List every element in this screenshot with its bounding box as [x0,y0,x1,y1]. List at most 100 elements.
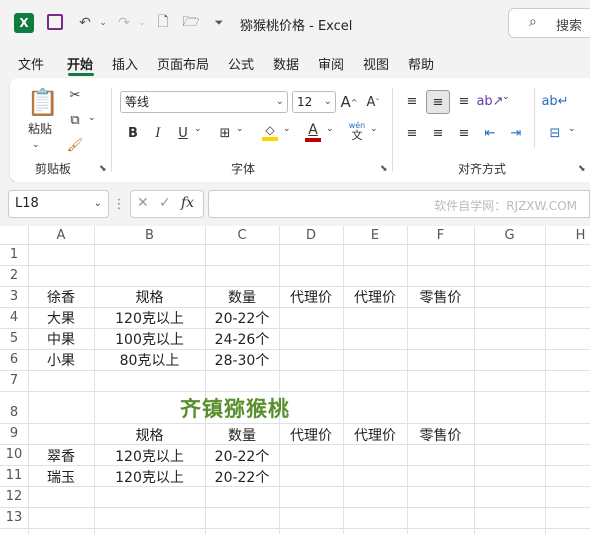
increase-font-size-icon[interactable]: A ^ [340,91,358,113]
cell-a10[interactable]: 翠香 [28,446,94,466]
cell-b6[interactable]: 80克以上 [94,350,205,370]
column-header[interactable]: H [545,226,590,244]
align-center-icon[interactable]: ≡ [428,122,448,144]
row-header[interactable]: 9 [0,423,28,444]
tab-file[interactable]: 文件 [18,54,44,73]
more-options-icon[interactable]: ⋮ [113,196,126,212]
align-right-icon[interactable]: ≡ [454,122,474,144]
font-launcher-icon[interactable]: ⬊ [380,164,388,174]
tab-insert[interactable]: 插入 [112,54,138,73]
paste-label[interactable]: 粘贴 [28,120,52,137]
decrease-font-size-icon[interactable]: Aˇ [364,91,382,113]
select-all-corner[interactable] [0,226,28,244]
row-header[interactable]: 8 [0,391,28,423]
phonetic-dropdown-icon[interactable]: ⌄ [370,124,378,134]
underline-dropdown-icon[interactable]: ⌄ [194,124,202,134]
row-header[interactable]: 11 [0,465,28,486]
column-header[interactable]: G [474,226,545,244]
customize-qat-icon[interactable]: ⏷ [208,12,230,34]
cell-a6[interactable]: 小果 [28,350,94,370]
bold-icon[interactable]: B [124,122,142,144]
font-name-select[interactable]: 等线 ⌄ [120,91,288,113]
row-header[interactable]: 5 [0,328,28,349]
paste-icon[interactable]: 📋 [27,86,59,120]
borders-icon[interactable]: ⊞ [216,122,234,144]
increase-indent-icon[interactable]: ⇥ [506,122,526,144]
row-header[interactable]: 13 [0,507,28,528]
font-size-select[interactable]: 12 ⌄ [292,91,336,113]
orientation-icon[interactable]: ab↗ [476,90,503,112]
cancel-icon[interactable]: ✕ [137,195,149,211]
cell-c5[interactable]: 24-26个 [205,329,279,349]
column-header[interactable]: C [205,226,279,244]
decrease-indent-icon[interactable]: ⇤ [480,122,500,144]
cell-c9[interactable]: 数量 [205,425,279,445]
cell-b5[interactable]: 100克以上 [94,329,205,349]
cell-c11[interactable]: 20-22个 [205,467,279,487]
cell-b10[interactable]: 120克以上 [94,446,205,466]
row-header[interactable]: 12 [0,486,28,507]
orientation-dropdown-icon[interactable]: ⌄ [502,92,510,102]
redo-dropdown-icon[interactable]: ⌄ [131,12,153,34]
merge-dropdown-icon[interactable]: ⌄ [568,124,576,134]
align-left-icon[interactable]: ≡ [402,122,422,144]
name-box[interactable]: L18 ⌄ [8,190,109,218]
column-header[interactable]: F [407,226,474,244]
cell-f9[interactable]: 零售价 [407,425,474,445]
column-header[interactable]: A [28,226,94,244]
undo-dropdown-icon[interactable]: ⌄ [92,12,114,34]
tab-view[interactable]: 视图 [363,54,389,73]
cell-b11[interactable]: 120克以上 [94,467,205,487]
cell-a5[interactable]: 中果 [28,329,94,349]
fill-color-dropdown-icon[interactable]: ⌄ [283,124,291,134]
row-header[interactable]: 2 [0,265,28,286]
cell-e3[interactable]: 代理价 [343,287,407,307]
tab-home[interactable]: 开始 [67,54,93,73]
tab-data[interactable]: 数据 [273,54,299,73]
tab-review[interactable]: 审阅 [318,54,344,73]
font-color-icon[interactable]: A [303,120,323,144]
row-header[interactable]: 7 [0,370,28,391]
top-align-icon[interactable]: ≡ [402,90,422,112]
row-header[interactable]: 1 [0,244,28,265]
tab-help[interactable]: 帮助 [408,54,434,73]
font-color-dropdown-icon[interactable]: ⌄ [326,124,334,134]
phonetic-guide-icon[interactable]: wén 文 [346,118,368,144]
fill-color-icon[interactable]: ◇ [260,120,280,144]
tab-formulas[interactable]: 公式 [228,54,254,73]
cell-b9[interactable]: 规格 [94,425,205,445]
alignment-launcher-icon[interactable]: ⬊ [578,164,586,174]
copy-dropdown-icon[interactable]: ⌄ [88,113,96,123]
cut-icon[interactable]: ✂ [66,86,84,104]
bottom-align-icon[interactable]: ≡ [454,90,474,112]
cell-c6[interactable]: 28-30个 [205,350,279,370]
paste-dropdown-icon[interactable]: ⌄ [32,140,40,150]
row-header[interactable]: 10 [0,444,28,465]
italic-icon[interactable]: I [149,122,167,144]
cell-a11[interactable]: 瑞玉 [28,467,94,487]
underline-icon[interactable]: U [174,122,192,144]
wrap-text-icon[interactable]: ab↵ [541,90,568,112]
column-header[interactable]: E [343,226,407,244]
column-header[interactable]: B [94,226,205,244]
cell-a4[interactable]: 大果 [28,308,94,328]
sheet-title-cell[interactable]: 齐镇猕猴桃 [180,393,290,423]
open-folder-icon[interactable]: 🗁 [180,12,202,34]
tab-page-layout[interactable]: 页面布局 [157,54,209,73]
format-painter-icon[interactable]: 🖌 [66,136,84,154]
cell-f3[interactable]: 零售价 [407,287,474,307]
cell-d9[interactable]: 代理价 [279,425,343,445]
merge-center-icon[interactable]: ⊟ [544,122,566,144]
row-header[interactable]: 6 [0,349,28,370]
search-box[interactable]: ⌕ 搜索 [508,8,590,38]
save-icon[interactable] [47,14,63,30]
column-header[interactable]: D [279,226,343,244]
cell-b4[interactable]: 120克以上 [94,308,205,328]
row-header[interactable]: 3 [0,286,28,307]
clipboard-launcher-icon[interactable]: ⬊ [99,164,107,174]
middle-align-icon[interactable]: ≡ [426,90,450,114]
spreadsheet-grid[interactable]: A B C D E F G H 1 2 3 4 5 6 7 8 9 10 11 … [0,226,590,534]
row-header[interactable]: 4 [0,307,28,328]
cell-a3[interactable]: 徐香 [28,287,94,307]
cell-d3[interactable]: 代理价 [279,287,343,307]
